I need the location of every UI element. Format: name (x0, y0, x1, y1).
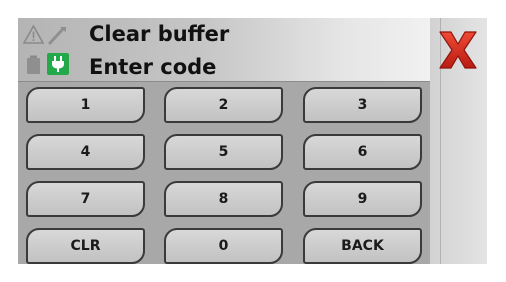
key-0[interactable]: 0 (164, 228, 283, 264)
close-button[interactable] (434, 26, 482, 74)
wrench-icon (47, 24, 68, 45)
key-7[interactable]: 7 (26, 181, 145, 217)
key-3[interactable]: 3 (303, 87, 422, 123)
red-x-icon (439, 31, 477, 69)
key-2[interactable]: 2 (164, 87, 283, 123)
code-entry-screen: Clear buffer Enter code 1 2 3 4 5 6 7 8 (18, 18, 487, 264)
key-1[interactable]: 1 (26, 87, 145, 123)
battery-icon (23, 54, 44, 75)
key-4[interactable]: 4 (26, 134, 145, 170)
side-panel (430, 18, 487, 264)
key-5[interactable]: 5 (164, 134, 283, 170)
key-8[interactable]: 8 (164, 181, 283, 217)
status-title: Clear buffer (89, 22, 230, 46)
power-plug-icon (47, 53, 69, 75)
key-6[interactable]: 6 (303, 134, 422, 170)
prompt-text: Enter code (89, 55, 217, 79)
warning-triangle-icon (22, 24, 45, 45)
key-9[interactable]: 9 (303, 181, 422, 217)
clear-button[interactable]: CLR (26, 228, 145, 264)
back-button[interactable]: BACK (303, 228, 422, 264)
numeric-keypad: 1 2 3 4 5 6 7 8 9 CLR 0 BACK (24, 87, 424, 264)
header-bar: Clear buffer Enter code (18, 18, 430, 82)
